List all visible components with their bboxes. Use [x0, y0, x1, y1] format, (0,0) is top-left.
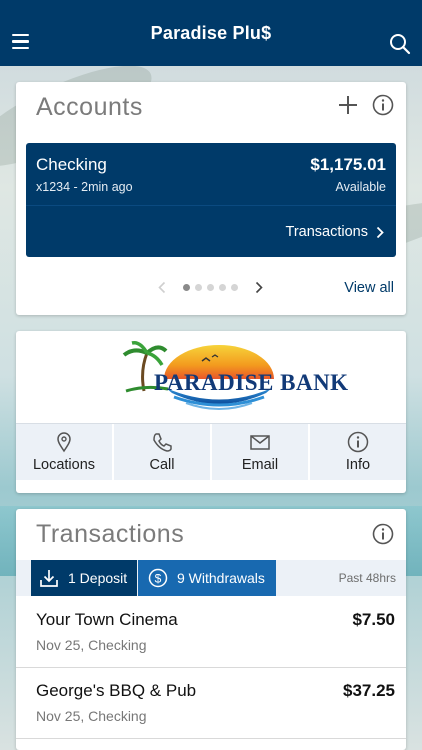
transaction-merchant: Your Town Cinema: [36, 610, 178, 629]
transactions-title: Transactions: [36, 520, 185, 548]
tile-divider: [26, 205, 396, 206]
download-tray-icon: [40, 570, 58, 587]
locations-button[interactable]: Locations: [16, 424, 114, 480]
info-button[interactable]: Info: [310, 424, 406, 480]
email-button[interactable]: Email: [212, 424, 310, 480]
transaction-merchant: George's BBQ & Pub: [36, 681, 197, 700]
info-icon: [347, 431, 369, 453]
deposit-tab[interactable]: 1 Deposit: [31, 560, 137, 596]
pager-dot[interactable]: [195, 284, 202, 291]
chevron-left-icon[interactable]: [158, 281, 166, 294]
view-all-link[interactable]: View all: [344, 280, 394, 296]
dollar-circle-icon: $: [148, 568, 168, 588]
bank-logo-text: PARADISE BANK: [154, 370, 349, 395]
info-icon[interactable]: [372, 94, 394, 116]
plus-icon[interactable]: [338, 95, 358, 115]
pager-dot[interactable]: [231, 284, 238, 291]
transaction-row[interactable]: Your Town Cinema Nov 25, Checking $7.50: [16, 597, 406, 668]
withdrawals-tab-label: 9 Withdrawals: [177, 570, 265, 586]
accounts-title: Accounts: [36, 93, 143, 121]
bank-actions: Locations Call Email Info: [16, 423, 406, 480]
transaction-meta: Nov 25, Checking: [36, 708, 147, 724]
transaction-filter-row: 1 Deposit $ 9 Withdrawals Past 48hrs: [16, 560, 406, 596]
withdrawals-tab[interactable]: $ 9 Withdrawals: [138, 560, 276, 596]
transaction-amount: $37.25: [343, 681, 395, 700]
deposit-tab-label: 1 Deposit: [68, 570, 128, 586]
account-pager: [183, 284, 238, 291]
bank-logo: PARADISE BANK: [16, 331, 406, 423]
time-range-label: Past 48hrs: [338, 571, 396, 585]
account-subtitle: x1234 - 2min ago: [36, 180, 133, 194]
pager-dot[interactable]: [183, 284, 190, 291]
transactions-link-label: Transactions: [285, 224, 368, 240]
call-label: Call: [149, 457, 175, 473]
hamburger-icon[interactable]: [12, 34, 29, 53]
search-icon[interactable]: [389, 33, 411, 55]
account-balance: $1,175.01: [310, 155, 386, 174]
locations-label: Locations: [32, 457, 96, 473]
chevron-right-icon: [376, 226, 384, 238]
account-name: Checking: [36, 155, 107, 174]
balance-label: Available: [335, 180, 386, 194]
app-title: Paradise Plu$: [150, 22, 272, 43]
app-header: Paradise Plu$: [0, 0, 422, 66]
info-label: Info: [345, 457, 371, 473]
chevron-right-icon[interactable]: [255, 281, 263, 294]
pager-dot[interactable]: [219, 284, 226, 291]
phone-icon: [153, 433, 172, 452]
transaction-row[interactable]: George's BBQ & Pub Nov 25, Checking $37.…: [16, 668, 406, 739]
location-pin-icon: [57, 432, 71, 453]
svg-text:$: $: [155, 572, 162, 586]
transaction-meta: Nov 25, Checking: [36, 637, 147, 653]
accounts-card: Accounts Checking x1234 - 2min ago $1,17…: [16, 82, 406, 315]
call-button[interactable]: Call: [114, 424, 212, 480]
info-icon[interactable]: [372, 523, 394, 545]
envelope-icon: [250, 435, 270, 450]
transactions-link[interactable]: Transactions: [286, 224, 384, 240]
transaction-amount: $7.50: [352, 610, 395, 629]
checking-account-tile[interactable]: Checking x1234 - 2min ago $1,175.01 Avai…: [26, 143, 396, 257]
transactions-card: Transactions 1 Deposit $ 9 Withdrawals P…: [16, 509, 406, 750]
bank-card: PARADISE BANK Locations Call Email Info: [16, 331, 406, 493]
email-label: Email: [241, 457, 279, 473]
pager-dot[interactable]: [207, 284, 214, 291]
